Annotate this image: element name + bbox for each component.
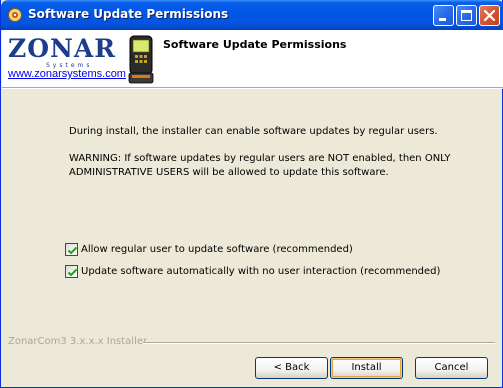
handheld-device-icon — [128, 35, 154, 84]
installer-brand-text: ZonarCom3 3.x.x.x Installer — [8, 336, 148, 347]
maximize-icon — [461, 10, 472, 21]
minimize-icon — [439, 18, 446, 21]
installer-icon — [8, 8, 22, 22]
window-title: Software Update Permissions — [28, 7, 229, 21]
close-button[interactable] — [479, 5, 500, 26]
allow-user-update-checkbox[interactable] — [65, 243, 78, 256]
intro-text: During install, the installer can enable… — [69, 126, 438, 137]
cancel-button[interactable]: Cancel — [415, 357, 488, 379]
warning-text: WARNING: If software updates by regular … — [69, 153, 451, 178]
page-title: Software Update Permissions — [163, 38, 347, 51]
check-icon — [67, 268, 78, 277]
footer-divider-highlight — [143, 343, 495, 344]
zonar-website-link: www.zonarsystems.com — [8, 68, 126, 80]
installer-window: Software Update Permissions ZONAR System… — [0, 0, 503, 388]
header-divider-highlight — [2, 88, 503, 89]
install-button[interactable]: Install — [330, 357, 403, 379]
header-banner: ZONAR Systems www.zonarsystems.com Softw… — [2, 30, 503, 87]
check-icon — [67, 246, 78, 255]
zonar-logo: ZONAR — [8, 34, 117, 63]
auto-update-label[interactable]: Update software automatically with no us… — [81, 265, 440, 279]
maximize-button[interactable] — [456, 5, 477, 26]
title-bar[interactable]: Software Update Permissions — [1, 0, 503, 30]
minimize-button[interactable] — [433, 5, 454, 26]
back-button[interactable]: < Back — [255, 357, 328, 379]
allow-user-update-label[interactable]: Allow regular user to update software (r… — [81, 243, 353, 257]
auto-update-checkbox[interactable] — [65, 265, 78, 278]
close-icon — [483, 9, 496, 22]
